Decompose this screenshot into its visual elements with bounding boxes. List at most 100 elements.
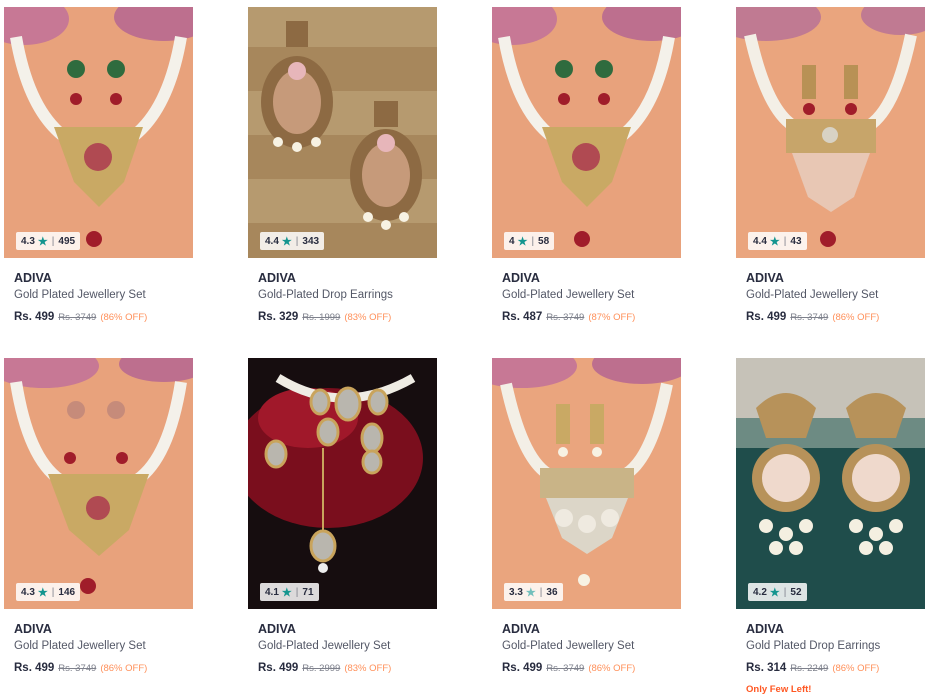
product-mrp: Rs. 2999 xyxy=(302,663,341,674)
price-row: Rs. 499 Rs. 3749 (86% OFF) xyxy=(502,662,635,674)
rating-count: 58 xyxy=(538,235,550,247)
product-image[interactable]: 4.3 ★ | 146 xyxy=(4,358,193,609)
product-card[interactable]: 3.3 ★ | 36 ADIVA Gold-Plated Jewellery S… xyxy=(492,358,681,674)
rating-separator: | xyxy=(295,586,299,598)
product-price: Rs. 499 xyxy=(746,311,787,323)
product-name: Gold-Plated Jewellery Set xyxy=(502,640,635,652)
rating-separator: | xyxy=(295,235,299,247)
product-discount: (86% OFF) xyxy=(832,663,880,674)
product-discount: (83% OFF) xyxy=(344,663,392,674)
product-name: Gold Plated Drop Earrings xyxy=(746,640,881,652)
rating-separator: | xyxy=(531,235,535,247)
product-name: Gold Plated Jewellery Set xyxy=(14,640,146,652)
product-mrp: Rs. 3749 xyxy=(546,312,585,323)
product-price: Rs. 499 xyxy=(14,311,55,323)
rating-count: 495 xyxy=(58,235,76,247)
product-image[interactable]: 4.4 ★ | 43 xyxy=(736,7,925,258)
price-row: Rs. 499 Rs. 2999 (83% OFF) xyxy=(258,662,391,674)
product-price: Rs. 499 xyxy=(258,662,299,674)
product-price: Rs. 314 xyxy=(746,662,787,674)
product-discount: (86% OFF) xyxy=(100,663,148,674)
rating-count: 343 xyxy=(302,235,320,247)
rating-badge: 4.3 ★ | 146 xyxy=(16,583,81,601)
product-card[interactable]: 4.4 ★ | 343 ADIVA Gold-Plated Drop Earri… xyxy=(248,7,437,323)
price-row: Rs. 499 Rs. 3749 (86% OFF) xyxy=(14,311,147,323)
rating-count: 36 xyxy=(546,586,558,598)
rating-badge: 4.4 ★ | 343 xyxy=(260,232,325,250)
product-discount: (86% OFF) xyxy=(832,312,880,323)
product-brand: ADIVA xyxy=(502,622,540,636)
product-card[interactable]: 4.4 ★ | 43 ADIVA Gold-Plated Jewellery S… xyxy=(736,7,925,323)
product-brand: ADIVA xyxy=(258,622,296,636)
product-image[interactable]: 3.3 ★ | 36 xyxy=(492,358,681,609)
product-image[interactable]: 4.1 ★ | 71 xyxy=(248,358,437,609)
product-discount: (86% OFF) xyxy=(100,312,148,323)
product-mrp: Rs. 3749 xyxy=(58,663,97,674)
rating-separator: | xyxy=(783,586,787,598)
product-image[interactable]: 4.3 ★ | 495 xyxy=(4,7,193,258)
product-name: Gold-Plated Drop Earrings xyxy=(258,289,393,301)
price-row: Rs. 499 Rs. 3749 (86% OFF) xyxy=(14,662,147,674)
price-row: Rs. 487 Rs. 3749 (87% OFF) xyxy=(502,311,635,323)
product-image[interactable]: 4 ★ | 58 xyxy=(492,7,681,258)
rating-count: 52 xyxy=(790,586,802,598)
rating-count: 43 xyxy=(790,235,802,247)
price-row: Rs. 329 Rs. 1999 (83% OFF) xyxy=(258,311,391,323)
price-row: Rs. 314 Rs. 2249 (86% OFF) xyxy=(746,662,879,674)
rating-separator: | xyxy=(539,586,543,598)
product-price: Rs. 499 xyxy=(502,662,543,674)
rating-count: 146 xyxy=(58,586,76,598)
product-card[interactable]: 4.2 ★ | 52 ADIVA Gold Plated Drop Earrin… xyxy=(736,358,925,695)
star-icon: ★ xyxy=(769,586,780,599)
star-icon: ★ xyxy=(37,586,48,599)
product-name: Gold-Plated Jewellery Set xyxy=(502,289,635,301)
product-price: Rs. 329 xyxy=(258,311,299,323)
rating-value: 4.3 xyxy=(21,586,35,598)
star-icon: ★ xyxy=(525,586,536,599)
rating-count: 71 xyxy=(302,586,314,598)
star-icon: ★ xyxy=(37,235,48,248)
rating-badge: 4.2 ★ | 52 xyxy=(748,583,807,601)
rating-value: 4.1 xyxy=(265,586,279,598)
product-image[interactable]: 4.2 ★ | 52 xyxy=(736,358,925,609)
product-mrp: Rs. 3749 xyxy=(58,312,97,323)
rating-badge: 4.1 ★ | 71 xyxy=(260,583,319,601)
product-name: Gold Plated Jewellery Set xyxy=(14,289,146,301)
product-card[interactable]: 4.1 ★ | 71 ADIVA Gold-Plated Jewellery S… xyxy=(248,358,437,674)
rating-badge: 4.3 ★ | 495 xyxy=(16,232,81,250)
rating-value: 4.4 xyxy=(265,235,279,247)
product-grid: 4.3 ★ | 495 ADIVA Gold Plated Jewellery … xyxy=(0,0,929,695)
star-icon: ★ xyxy=(281,235,292,248)
product-mrp: Rs. 3749 xyxy=(546,663,585,674)
price-row: Rs. 499 Rs. 3749 (86% OFF) xyxy=(746,311,879,323)
product-discount: (83% OFF) xyxy=(344,312,392,323)
rating-value: 4 xyxy=(509,235,515,247)
product-card[interactable]: 4.3 ★ | 495 ADIVA Gold Plated Jewellery … xyxy=(4,7,193,323)
product-card[interactable]: 4.3 ★ | 146 ADIVA Gold Plated Jewellery … xyxy=(4,358,193,674)
rating-separator: | xyxy=(51,586,55,598)
star-icon: ★ xyxy=(769,235,780,248)
rating-badge: 4 ★ | 58 xyxy=(504,232,555,250)
product-discount: (86% OFF) xyxy=(588,663,636,674)
low-stock-label: Only Few Left! xyxy=(746,684,812,695)
product-discount: (87% OFF) xyxy=(588,312,636,323)
rating-badge: 3.3 ★ | 36 xyxy=(504,583,563,601)
product-brand: ADIVA xyxy=(14,271,52,285)
product-price: Rs. 487 xyxy=(502,311,543,323)
product-card[interactable]: 4 ★ | 58 ADIVA Gold-Plated Jewellery Set… xyxy=(492,7,681,323)
product-brand: ADIVA xyxy=(746,622,784,636)
rating-value: 4.4 xyxy=(753,235,767,247)
rating-value: 4.3 xyxy=(21,235,35,247)
star-icon: ★ xyxy=(517,235,528,248)
product-mrp: Rs. 2249 xyxy=(790,663,829,674)
product-brand: ADIVA xyxy=(502,271,540,285)
rating-separator: | xyxy=(51,235,55,247)
product-name: Gold-Plated Jewellery Set xyxy=(746,289,879,301)
star-icon: ★ xyxy=(281,586,292,599)
product-image[interactable]: 4.4 ★ | 343 xyxy=(248,7,437,258)
product-brand: ADIVA xyxy=(14,622,52,636)
product-name: Gold-Plated Jewellery Set xyxy=(258,640,391,652)
product-brand: ADIVA xyxy=(746,271,784,285)
product-mrp: Rs. 3749 xyxy=(790,312,829,323)
product-brand: ADIVA xyxy=(258,271,296,285)
